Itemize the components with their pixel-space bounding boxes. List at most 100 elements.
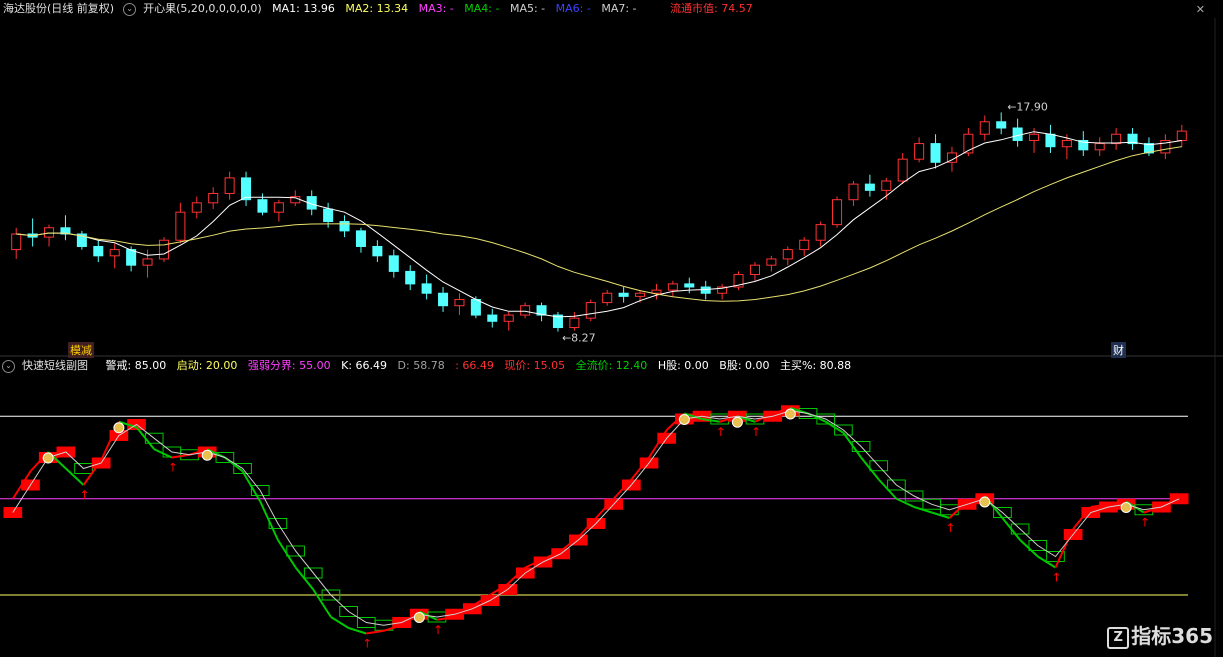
candle-body: [585, 302, 596, 319]
candle-body: [1176, 130, 1187, 141]
money-bag-marker: [201, 449, 213, 461]
candle-body: [635, 292, 646, 297]
split-level: 强弱分界: 55.00: [247, 359, 331, 372]
candle-body: [93, 245, 104, 257]
extra-value: : 66.49: [455, 359, 494, 372]
candle-body: [388, 255, 399, 272]
d-value: D: 58.78: [397, 359, 445, 372]
candle-body: [109, 249, 120, 257]
ma6-value: MA6: -: [555, 2, 591, 15]
b-share-value: B股: 0.00: [719, 359, 770, 372]
k-line-segment: [277, 539, 297, 569]
buy-arrow-marker: ↑: [433, 623, 443, 637]
k-line-segment: [135, 426, 155, 450]
k-line-segment: [241, 470, 262, 503]
k-line-segment: [842, 432, 862, 459]
money-bag-marker: [42, 452, 54, 464]
high-price-label: ←17.90: [1007, 100, 1048, 113]
ma1-line: [16, 131, 1182, 318]
candle-body: [618, 292, 629, 297]
candle-body: [241, 177, 252, 201]
indicator-name[interactable]: 开心果(5,20,0,0,0,0,0): [143, 2, 262, 15]
candle-body: [1045, 133, 1056, 148]
buy-arrow-marker: ↑: [1140, 516, 1150, 530]
sub-indicator-name[interactable]: 快速短线副图: [22, 359, 88, 372]
sub-chart-header: ⌄ 快速短线副图 警戒: 85.00 启动: 20.00 强弱分界: 55.00 …: [0, 357, 858, 375]
candle-body: [766, 258, 777, 266]
candle-body: [438, 292, 449, 307]
candle-body: [44, 227, 55, 238]
h-share-value: H股: 0.00: [657, 359, 709, 372]
moving-average-lines: [16, 131, 1182, 318]
start-level: 启动: 20.00: [176, 359, 238, 372]
candle-body: [782, 249, 793, 260]
candle-body: [520, 305, 531, 316]
money-bag-marker: [413, 612, 425, 623]
main-chart-header: 海达股份(日线 前复权) ⌄ 开心果(5,20,0,0,0,0,0) MA1: 13…: [0, 0, 760, 18]
alert-level: 警戒: 85.00: [105, 359, 167, 372]
candle-body: [142, 258, 153, 266]
candle-body: [1111, 133, 1122, 145]
candle-body: [914, 143, 925, 160]
ma3-value: MA3: -: [418, 2, 454, 15]
candle-body: [1061, 139, 1072, 148]
ma2-line: [16, 146, 1182, 302]
candle-body: [996, 121, 1007, 129]
candle-body: [421, 283, 432, 294]
buy-arrow-marker: ↑: [362, 637, 372, 651]
tag-right[interactable]: 财: [1111, 342, 1126, 358]
money-bag-marker: [113, 422, 125, 434]
candle-body: [979, 121, 990, 135]
candle-body: [700, 286, 711, 294]
candle-body: [158, 239, 169, 260]
chevron-down-icon[interactable]: ⌄: [2, 359, 15, 373]
buy-arrow-marker: ↑: [1051, 571, 1061, 585]
candle-body: [602, 292, 613, 304]
ma7-value: MA7: -: [601, 2, 637, 15]
candle-body: [191, 202, 202, 213]
candle-body: [684, 283, 695, 288]
buy-arrow-marker: ↑: [751, 425, 761, 439]
chevron-down-icon[interactable]: ⌄: [123, 2, 137, 16]
candle-body: [569, 317, 580, 329]
grid-lines: [0, 18, 1223, 657]
stock-title[interactable]: 海达股份(日线 前复权): [3, 2, 114, 15]
sub-chart-series: ↑ ↑ ↑ ↑ ↑ ↑ ↑ ↑ ↑: [0, 405, 1189, 651]
candle-body: [175, 211, 186, 241]
watermark-logo: Z 指标365: [1107, 620, 1213, 649]
candle-body: [11, 233, 22, 251]
tag-left[interactable]: 模减: [68, 342, 94, 358]
main-buy-value: 主买%: 80.88: [780, 359, 852, 372]
candle-body: [881, 180, 892, 191]
close-icon[interactable]: ✕: [1196, 3, 1205, 16]
candle-body: [454, 298, 465, 307]
candle-body: [651, 289, 662, 294]
candle-body: [667, 283, 678, 291]
candle-body: [339, 221, 350, 232]
chart-canvas: ↑ ↑ ↑ ↑ ↑ ↑ ↑ ↑ ↑ ←17.90 ←8.27: [0, 18, 1223, 657]
candle-body: [487, 314, 498, 322]
k-line-segment: [330, 616, 350, 629]
price-annotations: ←17.90 ←8.27: [562, 100, 1048, 344]
price-value: 现价: 15.05: [504, 359, 566, 372]
buy-arrow-marker: ↑: [168, 461, 178, 475]
candle-body: [749, 264, 760, 276]
k-line-segment: [366, 629, 385, 635]
candle-body: [1029, 133, 1040, 141]
candle-body: [815, 224, 826, 241]
candle-body: [832, 199, 843, 226]
buy-arrow-marker: ↑: [80, 488, 90, 502]
candle-body: [355, 230, 366, 247]
candle-body: [257, 199, 268, 213]
money-bag-marker: [979, 496, 991, 508]
candle-body: [897, 158, 908, 182]
candle-body: [126, 249, 137, 266]
money-bag-marker: [1120, 502, 1132, 513]
candle-body: [1012, 127, 1023, 141]
candle-body: [208, 192, 219, 204]
candle-body: [224, 177, 235, 194]
candle-body: [799, 239, 810, 251]
candle-body: [864, 183, 875, 191]
ma5-value: MA5: -: [509, 2, 546, 15]
candle-body: [848, 183, 859, 201]
